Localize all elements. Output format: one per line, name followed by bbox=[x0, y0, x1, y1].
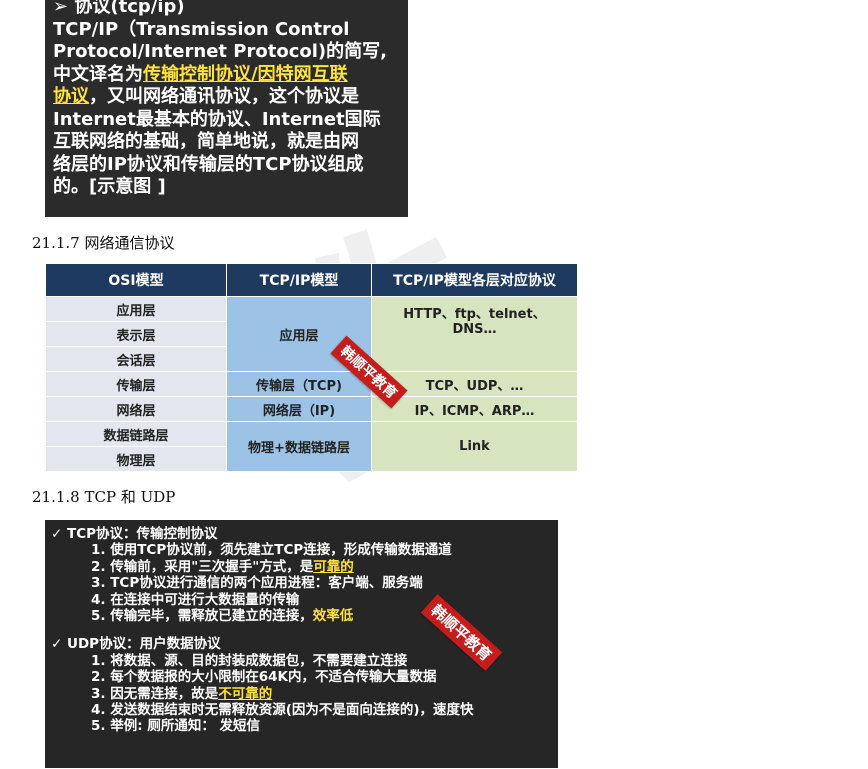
tcpip-layer-cell: 物理+数据链路层 bbox=[226, 421, 372, 472]
slide-title: ➢ 协议(tcp/ip) bbox=[53, 0, 402, 19]
list-item: 2. 传输前，采用"三次握手"方式，是可靠的 bbox=[51, 559, 552, 575]
definition-line: 中文译名为传输控制协议/因特网互联 bbox=[53, 64, 402, 87]
protocol-cell: Link bbox=[371, 421, 578, 472]
definition-line: 络层的IP协议和传输层的TCP协议组成 bbox=[53, 153, 364, 175]
definition-line: 互联网络的基础，简单地说，就是由网 bbox=[53, 131, 359, 152]
list-item-text: 5. 传输完毕，需释放已建立的连接， bbox=[91, 608, 313, 625]
list-item: 3. 因无需连接，故是不可靠的 bbox=[51, 686, 552, 702]
osi-layer-cell: 表示层 bbox=[45, 321, 227, 347]
definition-text: ，又叫网络通讯协议，这个协议是 bbox=[89, 86, 359, 107]
protocol-cell: HTTP、ftp、telnet、 DNS… bbox=[371, 296, 578, 372]
highlight-text: 不可靠的 bbox=[218, 685, 273, 702]
definition-line: 协议，又叫网络通讯协议，这个协议是 bbox=[53, 86, 402, 109]
highlight-text: 传输控制协议/因特网互联 bbox=[143, 63, 348, 85]
list-item: 3. TCP协议进行通信的两个应用进程：客户端、服务端 bbox=[91, 575, 423, 592]
list-item: 5. 传输完毕，需释放已建立的连接，效率低 bbox=[51, 608, 552, 624]
column-header-protocols: TCP/IP模型各层对应协议 bbox=[371, 263, 578, 297]
section-heading-tcp-udp: 21.1.8 TCP 和 UDP bbox=[32, 488, 176, 506]
column-header-osi: OSI模型 bbox=[45, 263, 227, 297]
list-item-text: 2. 传输前，采用"三次握手"方式，是 bbox=[91, 558, 314, 575]
osi-layer-cell: 网络层 bbox=[45, 396, 227, 422]
list-item: 5. 举例: 厕所通知： 发短信 bbox=[91, 718, 261, 735]
protocol-cell: IP、ICMP、ARP… bbox=[371, 396, 578, 422]
list-item: 2. 每个数据报的大小限制在64K内，不适合传输大量数据 bbox=[91, 669, 437, 686]
protocol-text: HTTP、ftp、telnet、 bbox=[403, 307, 546, 322]
tcpip-definition-slide: ➢ 协议(tcp/ip) TCP/IP（Transmission Control… bbox=[45, 0, 408, 217]
column-header-tcpip: TCP/IP模型 bbox=[226, 263, 372, 297]
section-heading-network-protocol: 21.1.7 网络通信协议 bbox=[32, 234, 175, 252]
highlight-text: 可靠的 bbox=[313, 558, 354, 575]
definition-line: TCP/IP（Transmission Control bbox=[53, 18, 350, 40]
highlight-text: 效率低 bbox=[312, 608, 354, 625]
osi-layer-cell: 应用层 bbox=[45, 296, 227, 322]
bullet-icon: ➢ bbox=[53, 0, 69, 17]
definition-text: 中文译名为 bbox=[53, 63, 143, 85]
definition-line: Protocol/Internet Protocol)的简写, bbox=[53, 41, 387, 62]
osi-layer-cell: 会话层 bbox=[45, 346, 227, 372]
list-item: 1. 使用TCP协议前，须先建立TCP连接，形成传输数据通道 bbox=[91, 542, 452, 559]
list-item-text: 3. 因无需连接，故是 bbox=[91, 685, 219, 702]
slide-title-text: 协议(tcp/ip) bbox=[74, 0, 185, 17]
protocol-text: DNS… bbox=[452, 322, 497, 337]
definition-line: 的。[示意图 ] bbox=[53, 176, 166, 197]
list-item: 4. 发送数据结束时无需释放资源(因为不是面向连接的)，速度快 bbox=[91, 702, 474, 719]
osi-tcpip-table: OSI模型 TCP/IP模型 TCP/IP模型各层对应协议 应用层 应用层 HT… bbox=[45, 263, 578, 472]
tcpip-layer-cell: 网络层（IP) bbox=[226, 396, 372, 422]
list-item: 4. 在连接中可进行大数据量的传输 bbox=[91, 591, 300, 608]
definition-line: Internet最基本的协议、Internet国际 bbox=[53, 108, 381, 130]
osi-layer-cell: 数据链路层 bbox=[45, 421, 227, 447]
tcpip-layer-cell: 传输层（TCP) bbox=[226, 371, 372, 397]
osi-layer-cell: 物理层 bbox=[45, 446, 227, 472]
highlight-text: 协议 bbox=[53, 86, 89, 107]
osi-layer-cell: 传输层 bbox=[45, 371, 227, 397]
tcp-title: ✓ TCP协议：传输控制协议 bbox=[51, 526, 218, 542]
